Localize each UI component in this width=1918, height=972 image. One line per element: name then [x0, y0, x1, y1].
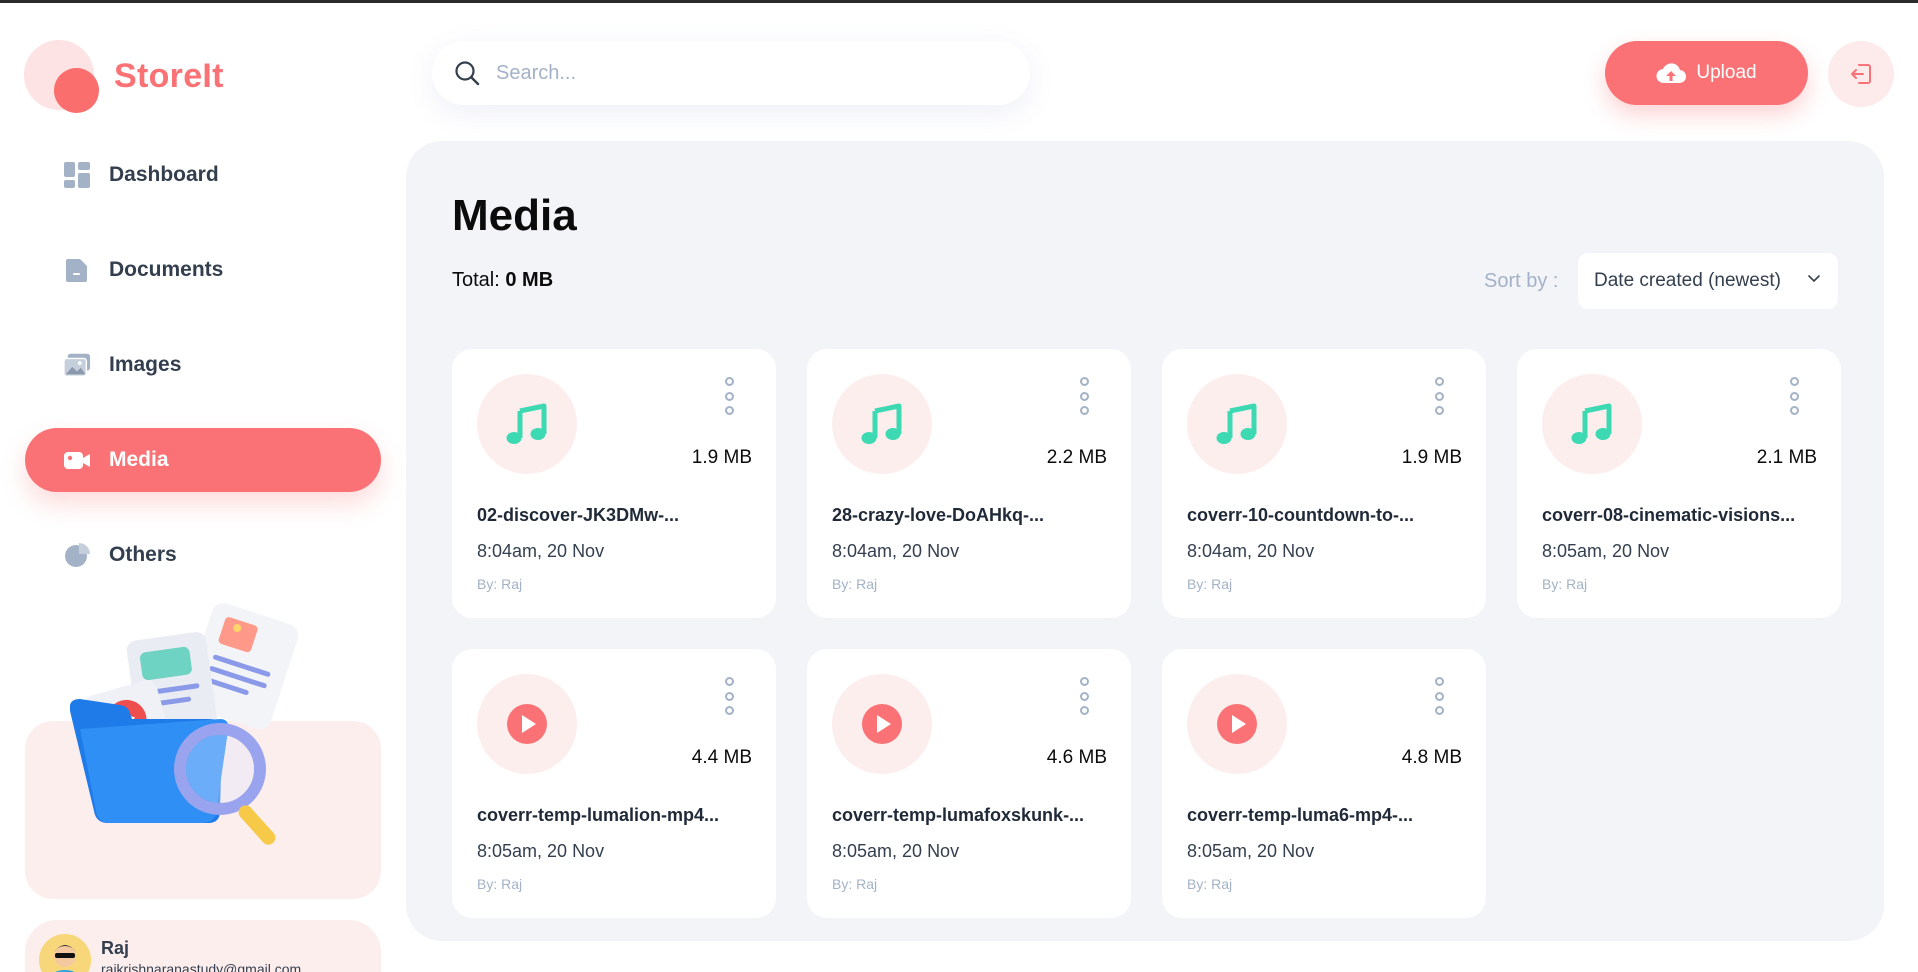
file-size: 2.1 MB [1756, 447, 1817, 468]
media-icon [63, 446, 91, 474]
logout-icon [1851, 64, 1871, 84]
sidebar-item-label: Media [109, 448, 169, 471]
main-content: Media Total: 0 MB Sort by : Date created… [406, 141, 1884, 941]
more-options-icon[interactable] [722, 377, 736, 415]
sidebar: StoreIt Dashboard Documents Images Media [0, 3, 400, 972]
file-owner: By: Raj [832, 576, 878, 592]
file-thumbnail [1542, 374, 1642, 474]
upload-button[interactable]: Upload [1605, 41, 1808, 105]
sidebar-item-documents[interactable]: Documents [25, 238, 381, 302]
file-owner: By: Raj [1542, 576, 1588, 592]
file-card[interactable]: 2.2 MB 28-crazy-love-DoAHkq-... 8:04am, … [807, 349, 1131, 618]
more-options-icon[interactable] [722, 677, 736, 715]
file-thumbnail [477, 674, 577, 774]
file-thumbnail [832, 674, 932, 774]
search-icon [454, 60, 480, 86]
logo-icon [24, 40, 102, 113]
music-note-icon [1571, 403, 1612, 444]
sort-select[interactable]: Date created (newest) [1578, 253, 1838, 309]
sidebar-item-media[interactable]: Media [25, 428, 381, 492]
images-icon [63, 351, 91, 379]
file-size: 1.9 MB [691, 447, 752, 468]
file-owner: By: Raj [832, 876, 878, 892]
file-name: coverr-08-cinematic-visions... [1542, 505, 1796, 525]
upload-button-label: Upload [1696, 62, 1757, 83]
total-label: Total: [452, 269, 500, 291]
sidebar-item-label: Dashboard [109, 163, 219, 186]
sidebar-item-others[interactable]: Others [25, 523, 381, 587]
user-card[interactable]: Raj rajkrishnaranastudy@gmail.com [25, 920, 381, 972]
search-bar[interactable] [432, 41, 1030, 105]
file-owner: By: Raj [1187, 576, 1233, 592]
file-name: coverr-10-countdown-to-... [1187, 505, 1415, 525]
play-icon [1217, 704, 1257, 744]
file-size: 4.8 MB [1401, 747, 1462, 768]
file-name: coverr-temp-lumafoxskunk-... [832, 805, 1085, 825]
file-date: 8:04am, 20 Nov [832, 541, 960, 561]
file-card[interactable]: 4.4 MB coverr-temp-lumalion-mp4... 8:05a… [452, 649, 776, 918]
file-size: 4.6 MB [1046, 747, 1107, 768]
file-date: 8:05am, 20 Nov [832, 841, 960, 861]
app-name: StoreIt [114, 56, 224, 95]
sidebar-item-images[interactable]: Images [25, 333, 381, 397]
file-grid: 1.9 MB 02-discover-JK3DMw-... 8:04am, 20… [452, 349, 1841, 918]
file-owner: By: Raj [477, 576, 523, 592]
file-card[interactable]: 2.1 MB coverr-08-cinematic-visions... 8:… [1517, 349, 1841, 618]
file-size: 2.2 MB [1046, 447, 1107, 468]
file-size: 4.4 MB [691, 747, 752, 768]
file-thumbnail [1187, 674, 1287, 774]
file-date: 8:04am, 20 Nov [1187, 541, 1315, 561]
page-title: Media [452, 191, 577, 240]
file-thumbnail [1187, 374, 1287, 474]
music-note-icon [1216, 403, 1257, 444]
file-date: 8:04am, 20 Nov [477, 541, 605, 561]
sidebar-item-label: Documents [109, 258, 224, 281]
documents-icon [63, 256, 91, 284]
play-icon [507, 704, 547, 744]
file-card[interactable]: 1.9 MB coverr-10-countdown-to-... 8:04am… [1162, 349, 1486, 618]
file-owner: By: Raj [1187, 876, 1233, 892]
file-date: 8:05am, 20 Nov [477, 841, 605, 861]
logout-button[interactable] [1828, 41, 1894, 107]
app-logo[interactable]: StoreIt [24, 40, 224, 113]
file-name: 02-discover-JK3DMw-... [477, 505, 680, 525]
sidebar-item-dashboard[interactable]: Dashboard [25, 143, 381, 207]
file-thumbnail [832, 374, 932, 474]
user-name: Raj [101, 938, 130, 958]
file-name: coverr-temp-lumalion-mp4... [477, 805, 720, 825]
chevron-down-icon [1808, 275, 1820, 283]
more-options-icon[interactable] [1432, 677, 1446, 715]
others-icon [63, 541, 91, 569]
file-card[interactable]: 1.9 MB 02-discover-JK3DMw-... 8:04am, 20… [452, 349, 776, 618]
file-size: 1.9 MB [1401, 447, 1462, 468]
file-name: coverr-temp-luma6-mp4-... [1187, 805, 1414, 825]
music-note-icon [506, 403, 547, 444]
file-date: 8:05am, 20 Nov [1542, 541, 1670, 561]
file-card[interactable]: 4.6 MB coverr-temp-lumafoxskunk-... 8:05… [807, 649, 1131, 918]
file-owner: By: Raj [477, 876, 523, 892]
music-note-icon [861, 403, 902, 444]
file-thumbnail [477, 374, 577, 474]
dashboard-icon [63, 161, 91, 189]
more-options-icon[interactable] [1432, 377, 1446, 415]
file-date: 8:05am, 20 Nov [1187, 841, 1315, 861]
more-options-icon[interactable] [1077, 377, 1091, 415]
file-card[interactable]: 4.8 MB coverr-temp-luma6-mp4-... 8:05am,… [1162, 649, 1486, 918]
search-input[interactable] [496, 61, 976, 85]
more-options-icon[interactable] [1077, 677, 1091, 715]
sort-label: Sort by : [1484, 270, 1559, 292]
sort-value: Date created (newest) [1594, 270, 1781, 291]
sidebar-nav: Dashboard Documents Images Media Others [25, 143, 381, 618]
sidebar-item-label: Others [109, 543, 177, 566]
files-illustration-icon [69, 601, 330, 861]
cloud-upload-icon [1656, 63, 1687, 84]
play-icon [862, 704, 902, 744]
total-size: Total: 0 MB [452, 269, 553, 292]
total-value: 0 MB [505, 269, 554, 291]
avatar [39, 934, 91, 972]
file-name: 28-crazy-love-DoAHkq-... [832, 505, 1045, 525]
user-email: rajkrishnaranastudy@gmail.com [101, 961, 302, 972]
sidebar-item-label: Images [109, 353, 182, 376]
more-options-icon[interactable] [1787, 377, 1801, 415]
